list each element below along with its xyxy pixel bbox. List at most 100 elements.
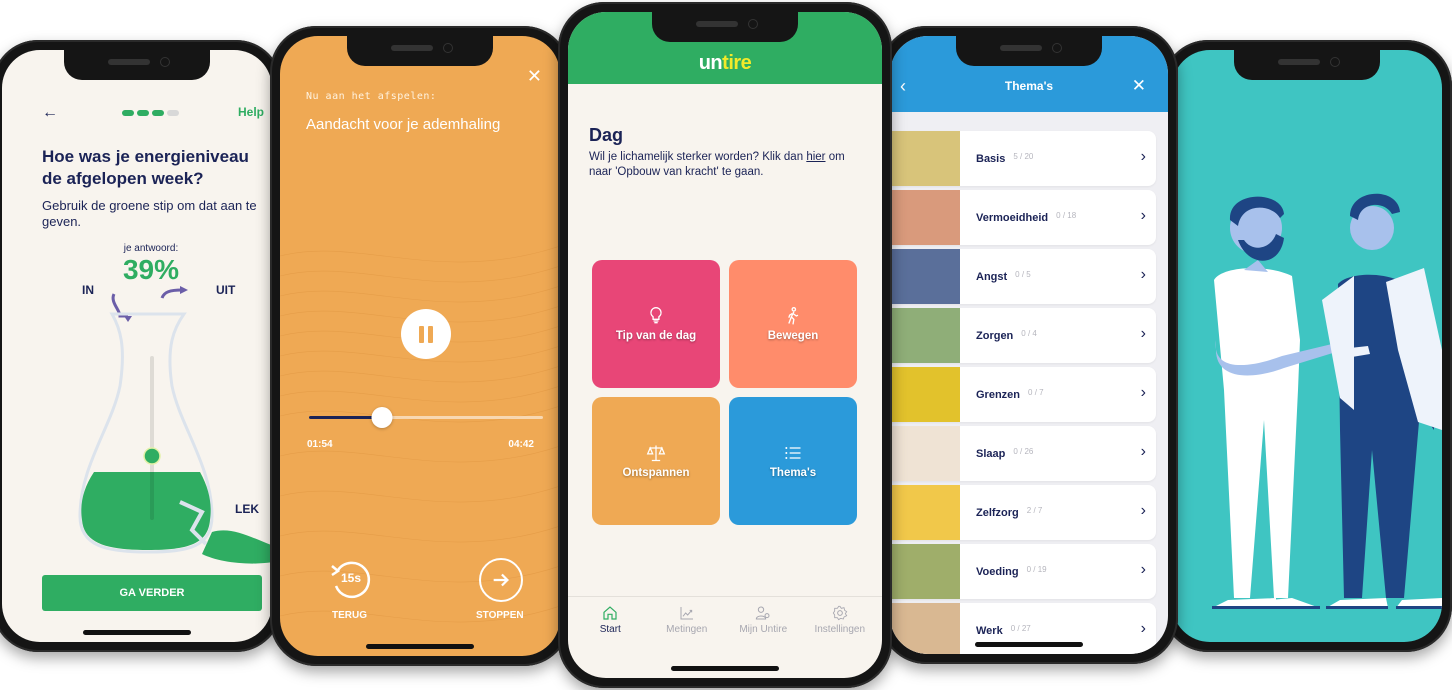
tile-themes[interactable]: Thema's (729, 397, 857, 525)
chart-icon (680, 607, 693, 620)
pause-icon (419, 325, 424, 343)
rewind-amount: 15s (341, 571, 362, 585)
scale-icon (646, 445, 666, 462)
step-dot (167, 110, 179, 116)
tile-label: Tip van de dag (615, 330, 697, 342)
question-instruction: Gebruik de groene stip om dat aan te gev… (42, 198, 257, 229)
list-icon (785, 447, 801, 459)
bottom-navigation: Start Metingen Mijn Untire Instellingen (568, 596, 882, 644)
theme-thumbnail (890, 131, 960, 186)
nav-measurements[interactable]: Metingen (652, 597, 722, 644)
notch (652, 12, 798, 42)
gear-icon (832, 605, 848, 621)
notch (956, 36, 1102, 66)
nav-start[interactable]: Start (575, 597, 645, 644)
tile-relax[interactable]: Ontspannen (592, 397, 720, 525)
theme-row[interactable]: Grenzen 0 / 7 › (890, 367, 1156, 422)
themes-title: Thema's (1004, 79, 1054, 93)
chevron-right-icon: › (1140, 384, 1146, 401)
theme-row[interactable]: Basis 5 / 20 › (890, 131, 1156, 186)
chevron-right-icon: › (1140, 620, 1146, 637)
step-progress (122, 110, 179, 116)
theme-name: Grenzen (976, 388, 1021, 401)
home-indicator (671, 666, 779, 671)
phone-dashboard: untire Dag Wil je lichamelijk sterker wo… (558, 2, 892, 688)
left-person-body (1214, 268, 1300, 598)
rewind-15s-button[interactable]: 15s (328, 558, 372, 602)
now-playing-label: Nu aan het afspelen: (306, 91, 437, 102)
nav-settings[interactable]: Instellingen (805, 597, 875, 644)
theme-name: Basis (976, 152, 1006, 165)
answer-label: je antwoord: (123, 243, 179, 254)
theme-progress: 0 / 19 (1026, 565, 1047, 574)
strength-message: Wil je lichamelijk sterker worden? Klik … (589, 150, 854, 180)
theme-thumbnail (890, 190, 960, 245)
themes-list: Basis 5 / 20 › Vermoeidheid 0 / 18 › Angst 0 / … (890, 131, 1156, 654)
theme-row[interactable]: Angst 0 / 5 › (890, 249, 1156, 304)
theme-progress: 0 / 26 (1013, 447, 1034, 456)
help-link[interactable]: Help (238, 105, 264, 119)
tile-label: Thema's (769, 467, 817, 479)
step-dot (122, 110, 134, 116)
dashboard-screen: untire Dag Wil je lichamelijk sterker wo… (568, 12, 882, 678)
leak-puddle (202, 530, 272, 564)
pause-button[interactable] (401, 309, 451, 359)
home-indicator (83, 630, 191, 635)
arrow-right-icon (493, 573, 510, 587)
theme-thumbnail (890, 308, 960, 363)
tile-label: Ontspannen (622, 467, 690, 479)
close-icon[interactable]: ✕ (527, 66, 542, 87)
theme-thumbnail (890, 603, 960, 654)
theme-thumbnail (890, 249, 960, 304)
theme-row[interactable]: Zelfzorg 2 / 7 › (890, 485, 1156, 540)
theme-progress: 0 / 7 (1028, 388, 1044, 397)
theme-row[interactable]: Voeding 0 / 19 › (890, 544, 1156, 599)
arrow-out-icon (160, 288, 183, 299)
walking-icon (788, 307, 799, 325)
close-icon[interactable]: ✕ (1132, 76, 1146, 96)
pause-icon (428, 325, 433, 343)
phone-themes: ‹ Thema's ✕ Basis 5 / 20 › Vermoeidheid 0 / … (880, 26, 1178, 664)
scrubber-knob[interactable] (371, 407, 393, 428)
theme-row[interactable]: Slaap 0 / 26 › (890, 426, 1156, 481)
step-dot (152, 110, 164, 116)
chevron-right-icon: › (1140, 502, 1146, 519)
themes-screen: ‹ Thema's ✕ Basis 5 / 20 › Vermoeidheid 0 / … (890, 36, 1168, 654)
tile-movement[interactable]: Bewegen (729, 260, 857, 388)
phone-energy-survey: ← Help Hoe was je energieniveau de afgel… (0, 40, 282, 652)
phone-audio-player: ✕ Nu aan het afspelen: Aandacht voor je … (270, 26, 570, 666)
notch (347, 36, 493, 66)
step-dot (137, 110, 149, 116)
audio-player-screen: ✕ Nu aan het afspelen: Aandacht voor je … (280, 36, 560, 656)
theme-name: Vermoeidheid (976, 211, 1049, 224)
message-text: Wil je lichamelijk sterker worden? Klik … (589, 151, 807, 163)
theme-name: Zorgen (976, 329, 1014, 342)
slider-track[interactable] (150, 356, 154, 520)
stop-label: STOPPEN (476, 610, 524, 621)
theme-name: Voeding (976, 565, 1019, 578)
back-label: TERUG (332, 610, 367, 621)
stop-button[interactable] (479, 558, 523, 602)
theme-row[interactable]: Vermoeidheid 0 / 18 › (890, 190, 1156, 245)
nav-my-untire[interactable]: Mijn Untire (728, 597, 798, 644)
playback-scrubber[interactable] (309, 407, 543, 428)
theme-thumbnail (890, 485, 960, 540)
theme-row[interactable]: Zorgen 0 / 4 › (890, 308, 1156, 363)
theme-name: Slaap (976, 447, 1006, 460)
logo-part-un: un (698, 52, 723, 74)
theme-progress: 5 / 20 (1013, 152, 1034, 161)
continue-button[interactable]: GA VERDER (42, 575, 262, 611)
question-heading: Hoe was je energieniveau de afgelopen we… (42, 147, 249, 188)
slider-knob[interactable] (143, 447, 161, 465)
tile-tip-of-the-day[interactable]: Tip van de dag (592, 260, 720, 388)
chevron-right-icon: › (1140, 443, 1146, 460)
chevron-right-icon: › (1140, 266, 1146, 283)
energy-flask-slider[interactable] (62, 276, 272, 566)
track-title: Aandacht voor je ademhaling (306, 116, 501, 133)
logo-part-tire: tire (722, 52, 752, 74)
here-link[interactable]: hier (806, 151, 825, 163)
back-arrow-icon[interactable]: ← (42, 104, 58, 122)
page-title: Dag (589, 125, 624, 145)
nav-label: Instellingen (814, 624, 866, 635)
energy-survey-screen: ← Help Hoe was je energieniveau de afgel… (2, 50, 272, 642)
